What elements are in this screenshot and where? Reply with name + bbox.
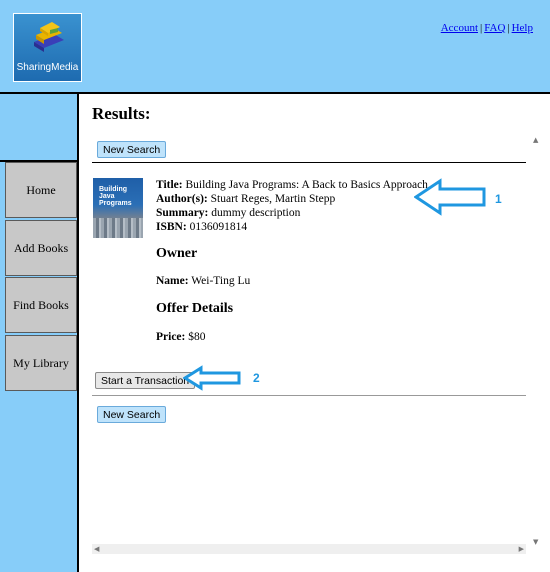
scroll-left-arrow-icon[interactable]: ◀	[94, 545, 99, 553]
sidebar-item-find-books[interactable]: Find Books	[5, 277, 77, 333]
price-label: Price:	[156, 331, 186, 343]
book-cover-title: Building Java Programs	[99, 186, 132, 207]
scroll-down-arrow-icon[interactable]: ▼	[533, 538, 538, 546]
logo-text: SharingMedia	[16, 62, 79, 73]
results-panel: New Search Building Java Programs Title:…	[92, 136, 526, 554]
annotation-arrow-1	[414, 178, 486, 216]
book-cover-cityscape	[93, 218, 143, 238]
sidebar-item-my-library[interactable]: My Library	[5, 335, 77, 391]
results-divider-top	[92, 162, 526, 163]
owner-name-row: Name: Wei-Ting Lu	[156, 275, 250, 287]
link-separator: |	[507, 22, 510, 34]
account-link[interactable]: Account	[441, 22, 478, 34]
header-bar: SharingMedia Account | FAQ | Help	[0, 0, 550, 92]
books-stack-icon	[34, 22, 64, 52]
book-summary: dummy description	[211, 207, 301, 219]
book-authors: Stuart Reges, Martin Stepp	[210, 193, 336, 205]
title-label: Title:	[156, 179, 183, 191]
faq-link[interactable]: FAQ	[484, 22, 505, 34]
sidebar-item-home[interactable]: Home	[5, 162, 77, 218]
isbn-label: ISBN:	[156, 221, 187, 233]
help-link[interactable]: Help	[512, 22, 533, 34]
book-isbn: 0136091814	[189, 221, 248, 233]
annotation-number-1: 1	[495, 192, 502, 206]
vertical-scrollbar[interactable]: ▲ ▼	[530, 136, 542, 546]
new-search-button-bottom[interactable]: New Search	[97, 406, 167, 423]
book-isbn-row: ISBN: 0136091814	[156, 220, 428, 234]
horizontal-scrollbar[interactable]: ◀ ▶	[92, 544, 526, 554]
book-cover-image: Building Java Programs	[93, 178, 143, 238]
scroll-right-arrow-icon[interactable]: ▶	[519, 545, 524, 553]
top-links: Account | FAQ | Help	[441, 22, 533, 34]
book-summary-row: Summary: dummy description	[156, 206, 428, 220]
owner-heading: Owner	[156, 246, 198, 261]
sidebar: Home Add Books Find Books My Library	[0, 94, 79, 572]
owner-name: Wei-Ting Lu	[191, 275, 251, 287]
authors-label: Author(s):	[156, 193, 208, 205]
price-row: Price: $80	[156, 331, 206, 343]
main-content: Results: New Search Building Java Progra…	[79, 94, 550, 572]
results-divider-bottom	[92, 395, 526, 396]
page-title: Results:	[92, 104, 151, 123]
owner-name-label: Name:	[156, 275, 189, 287]
book-authors-row: Author(s): Stuart Reges, Martin Stepp	[156, 192, 428, 206]
offer-details-heading: Offer Details	[156, 301, 234, 316]
price-value: $80	[188, 331, 206, 343]
book-title: Building Java Programs: A Back to Basics…	[185, 179, 428, 191]
new-search-button-top[interactable]: New Search	[97, 141, 167, 158]
link-separator: |	[480, 22, 483, 34]
scroll-up-arrow-icon[interactable]: ▲	[533, 136, 538, 144]
summary-label: Summary:	[156, 207, 209, 219]
annotation-number-2: 2	[253, 371, 260, 385]
book-details: Title: Building Java Programs: A Back to…	[156, 178, 428, 234]
sharingmedia-logo[interactable]: SharingMedia	[13, 13, 82, 82]
start-transaction-button[interactable]: Start a Transaction	[95, 372, 196, 389]
book-title-row: Title: Building Java Programs: A Back to…	[156, 178, 428, 192]
annotation-arrow-2	[183, 365, 241, 391]
sidebar-item-add-books[interactable]: Add Books	[5, 220, 77, 276]
